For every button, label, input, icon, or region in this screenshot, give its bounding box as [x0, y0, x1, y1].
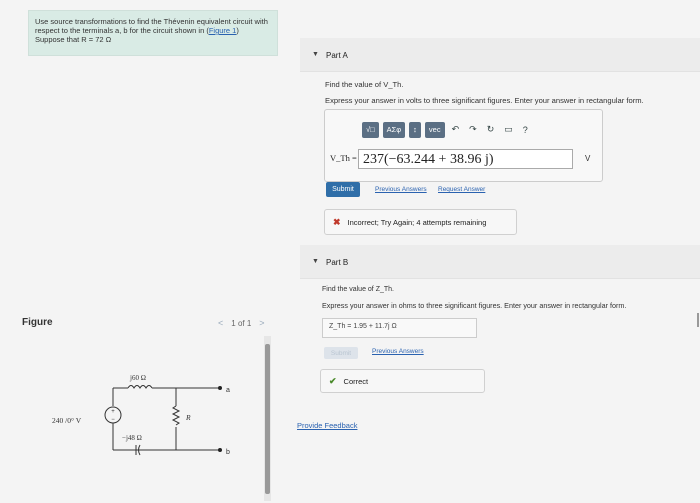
part-a-instructions: Express your answer in volts to three si… [325, 96, 644, 105]
part-b-instructions: Express your answer in ohms to three sig… [322, 301, 627, 310]
keyboard-icon[interactable]: ▭ [501, 124, 516, 135]
part-b-previous-answers-link[interactable]: Previous Answers [372, 348, 424, 355]
problem-statement: Use source transformations to find the T… [28, 10, 278, 56]
part-b-feedback: ✔ Correct [320, 369, 485, 393]
correct-icon: ✔ [329, 375, 337, 386]
vth-unit: V [585, 154, 591, 163]
collapse-chevron-icon[interactable]: ▼ [312, 258, 319, 265]
resistor-label: R [185, 413, 191, 422]
capacitor-label: −j48 Ω [122, 434, 142, 442]
arrows-button[interactable]: ↕ [409, 121, 421, 138]
greek-symbols-button[interactable]: ΑΣφ [382, 121, 406, 138]
problem-line-1: Use source transformations to find the T… [35, 17, 268, 26]
vth-answer-input[interactable]: 237(−63.244 + 38.96 j) [358, 149, 573, 169]
reset-icon[interactable]: ↻ [484, 124, 498, 135]
part-a-feedback: ✖ Incorrect; Try Again; 4 attempts remai… [324, 209, 517, 235]
part-b-title: Part B [326, 258, 349, 267]
template-button[interactable]: √□ [362, 121, 379, 138]
part-a-submit-button[interactable]: Submit [326, 182, 360, 197]
terminal-a-label: a [226, 387, 230, 394]
incorrect-icon: ✖ [333, 216, 341, 227]
help-icon[interactable]: ? [520, 125, 531, 135]
figure-pagination: < 1 of 1 > [218, 318, 265, 328]
terminal-a-node [218, 386, 222, 390]
zth-value: 1.95 + 11.7j Ω [353, 323, 397, 330]
part-b-prompt: Find the value of Z_Th. [322, 286, 394, 293]
part-b-feedback-text: Correct [343, 376, 369, 386]
plus-sign: + [111, 409, 115, 415]
provide-feedback-link[interactable]: Provide Feedback [297, 421, 357, 430]
math-toolbar: √□ ΑΣφ ↕ vec ↶ ↷ ↻ ▭ ? [362, 121, 531, 138]
part-b-submit-button: Submit [324, 347, 358, 359]
inductor-label: j60 Ω [129, 374, 146, 382]
vector-button[interactable]: vec [424, 121, 445, 138]
problem-line-3: Suppose that R = 72 Ω [35, 35, 112, 44]
inductor-symbol [127, 385, 153, 389]
zth-answer-display: Z_Th = 1.95 + 11.7j Ω [322, 318, 477, 338]
part-b-header[interactable]: ▼ Part B [300, 245, 700, 279]
figure-link[interactable]: Figure 1 [209, 26, 237, 35]
scrollbar-thumb[interactable] [265, 344, 270, 494]
zth-label: Z_Th = [329, 323, 352, 330]
terminal-b-label: b [226, 449, 230, 456]
circuit-diagram: + − 240 /0° V j60 Ω R −j48 Ω a b [52, 374, 230, 456]
problem-line-2: respect to the terminals a, b for the ci… [35, 26, 239, 35]
part-a-answer-area [324, 109, 603, 182]
figure-heading: Figure [22, 317, 53, 328]
undo-icon[interactable]: ↶ [449, 124, 463, 135]
source-label: 240 /0° V [52, 416, 82, 425]
part-a-prompt: Find the value of V_Th. [325, 80, 404, 89]
terminal-b-node [218, 448, 222, 452]
next-figure-icon[interactable]: > [259, 318, 264, 328]
previous-figure-icon[interactable]: < [218, 318, 223, 328]
part-a-header[interactable]: ▼ Part A [300, 38, 700, 72]
part-a-previous-answers-link[interactable]: Previous Answers [375, 186, 427, 193]
part-a-title: Part A [326, 51, 348, 60]
part-a-feedback-text: Incorrect; Try Again; 4 attempts remaini… [347, 217, 487, 227]
request-answer-link[interactable]: Request Answer [438, 186, 485, 193]
minus-sign: − [111, 417, 115, 423]
figure-page-count: 1 of 1 [231, 318, 252, 328]
resistor-symbol [171, 405, 181, 426]
redo-icon[interactable]: ↷ [466, 124, 480, 135]
collapse-chevron-icon[interactable]: ▼ [312, 51, 319, 58]
page-edge-marker [697, 313, 699, 327]
vth-label: V_Th = [330, 153, 357, 163]
figure-scrollbar[interactable] [264, 336, 271, 501]
